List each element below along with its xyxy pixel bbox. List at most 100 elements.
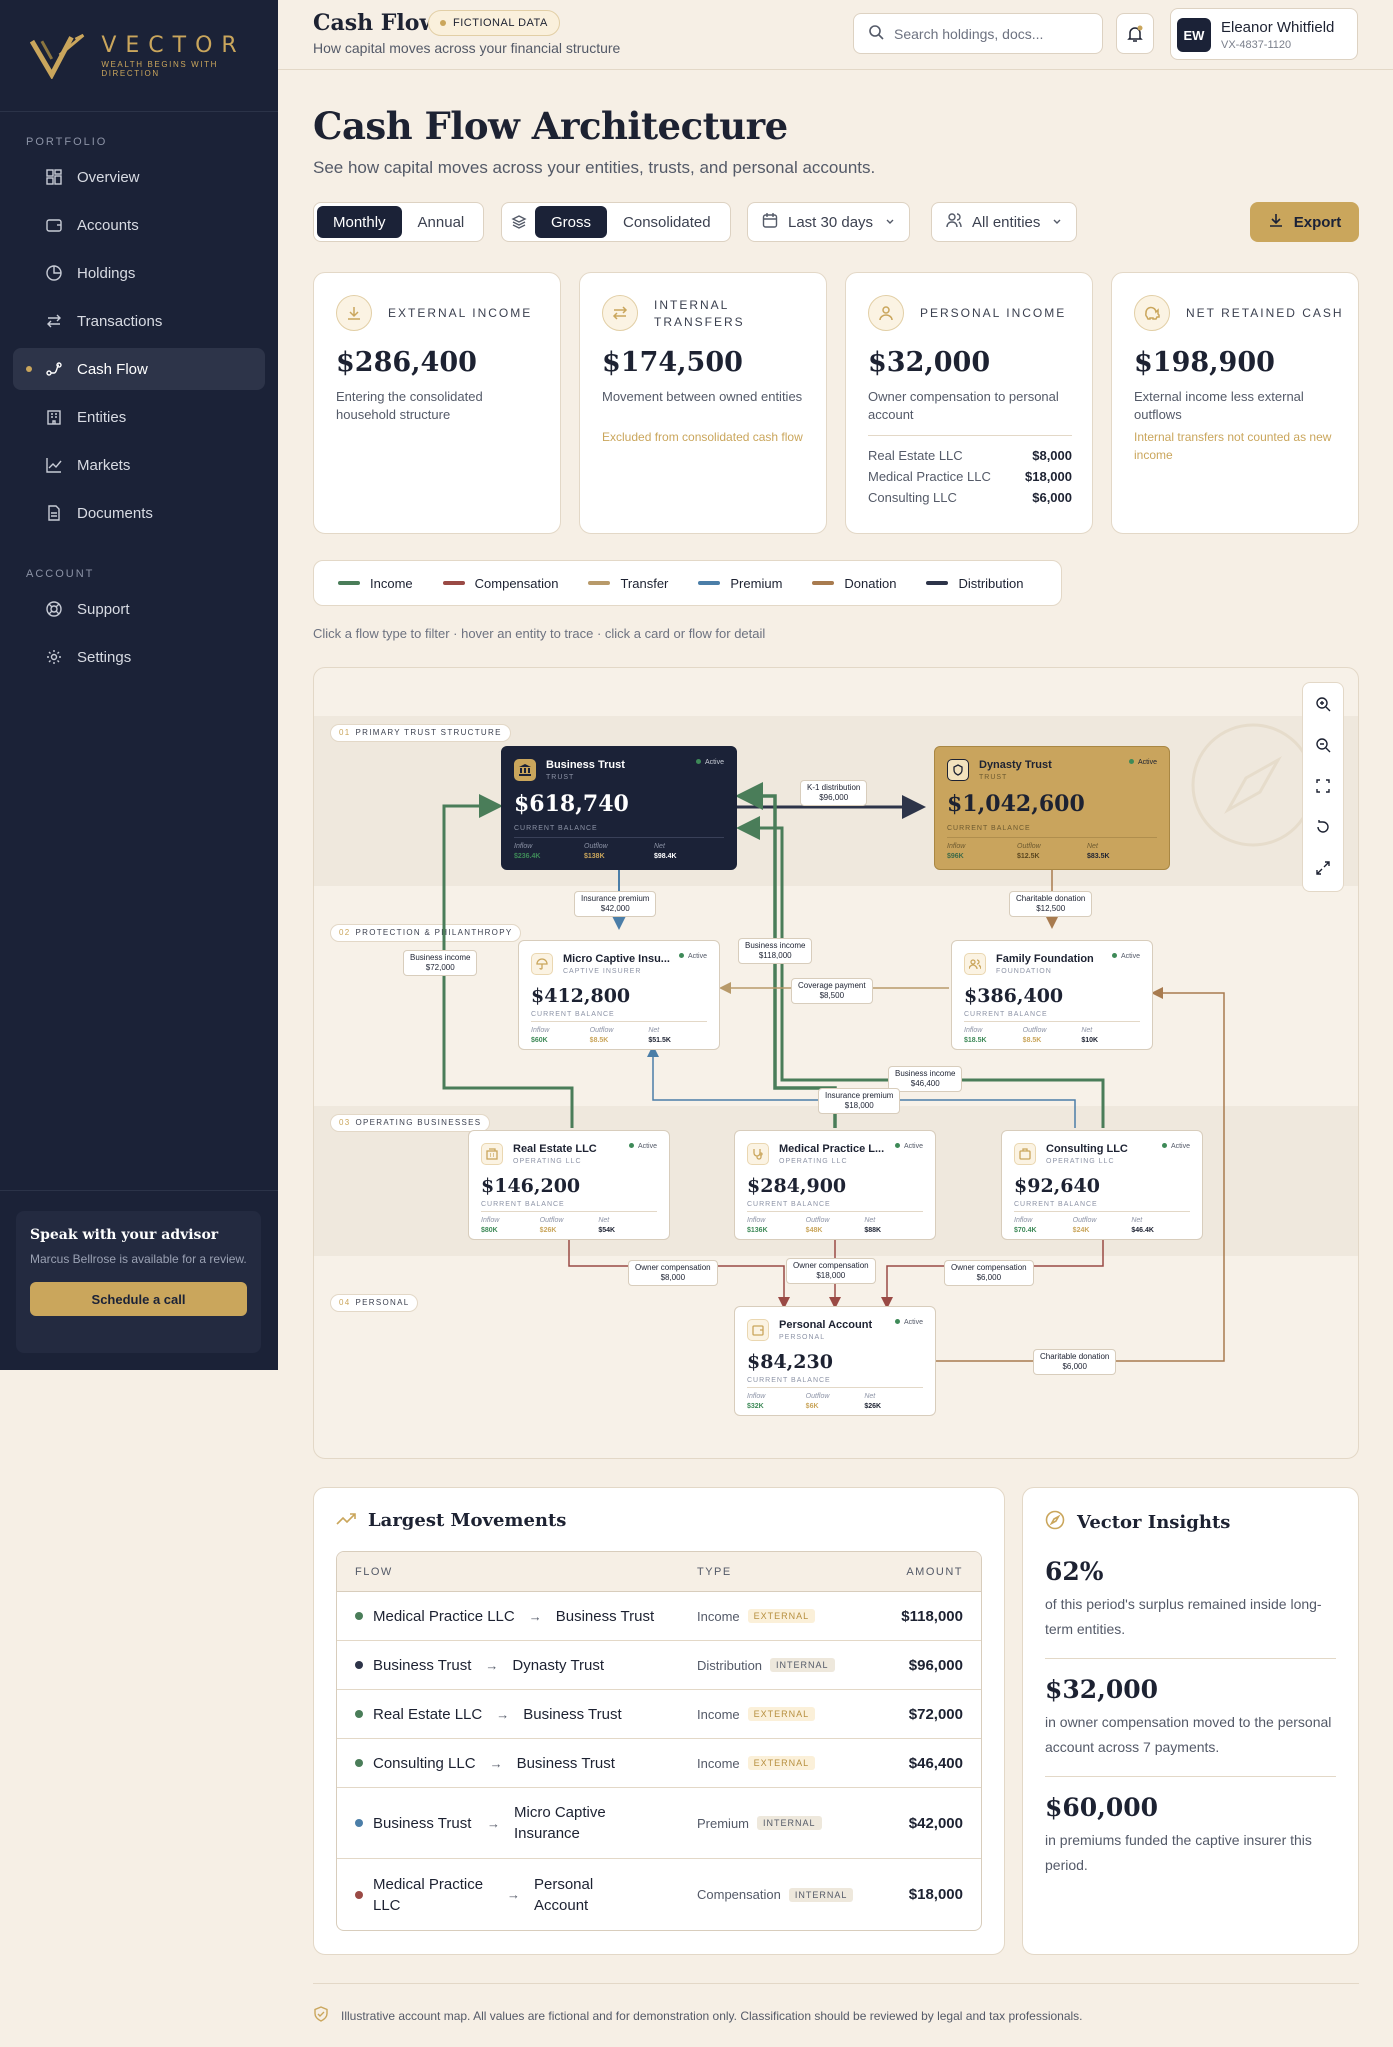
user-menu[interactable]: EW Eleanor Whitfield VX-4837-1120 [1170, 8, 1358, 60]
stat-label: Outflow [584, 843, 608, 850]
flow-type: Charitable donation [1040, 1352, 1110, 1361]
flow-label-insurance-premium[interactable]: Insurance premium $42,000 [574, 891, 657, 917]
bottom-panels: Largest Movements FLOW TYPE AMOUNT Medic… [313, 1487, 1359, 1955]
period-annual[interactable]: Annual [402, 206, 481, 238]
flow-label-business-income[interactable]: Business income $46,400 [888, 1066, 963, 1092]
table-row[interactable]: Consulting LLC → Business Trust Income EXTE… [337, 1739, 981, 1788]
legend-transfer[interactable]: Transfer [588, 576, 668, 591]
sidebar-item-overview[interactable]: Overview [13, 156, 265, 198]
node-family-foundation[interactable]: Family Foundation FOUNDATION Active $386… [951, 940, 1153, 1050]
flow-tag: INTERNAL [770, 1658, 835, 1672]
logo[interactable]: VECTOR WEALTH BEGINS WITH DIRECTION [0, 0, 278, 112]
arrow-right-icon: → [496, 1706, 510, 1722]
sidebar-item-support[interactable]: Support [13, 588, 265, 630]
sidebar-item-settings[interactable]: Settings [13, 636, 265, 678]
zoom-out-button[interactable] [1303, 724, 1343, 765]
legend-compensation[interactable]: Compensation [442, 576, 558, 591]
node-inflow: Inflow $32K [747, 1392, 806, 1412]
node-business-trust[interactable]: Business Trust TRUST Active $618,740 CUR… [501, 746, 737, 870]
fit-view-button[interactable] [1303, 765, 1343, 806]
sidebar-item-cash-flow[interactable]: Cash Flow [13, 348, 265, 390]
controls-bar: Monthly Annual Gross Consolidated Last 3… [313, 202, 1359, 246]
flow-label-charitable-donation[interactable]: Charitable donation $12,500 [1009, 891, 1093, 917]
card-personal-income[interactable]: PERSONAL INCOME $32,000 Owner compensati… [845, 272, 1093, 534]
period-toggle: Monthly Annual [313, 202, 485, 242]
sidebar-item-markets[interactable]: Markets [13, 444, 265, 486]
node-type: OPERATING LLC [513, 1158, 582, 1165]
node-consulting-llc[interactable]: Consulting LLC OPERATING LLC Active $92,… [1001, 1130, 1203, 1240]
flow-map[interactable]: 01 PRIMARY TRUST STRUCTURE 02 PROTECTION &… [313, 667, 1359, 1459]
table-row[interactable]: Medical Practice LLC → Business Trust Inco… [337, 1592, 981, 1641]
legend-donation[interactable]: Donation [812, 576, 896, 591]
expand-icon [1316, 860, 1330, 875]
node-personal-account[interactable]: Personal Account PERSONAL Active $84,230… [734, 1306, 936, 1416]
legend-distribution[interactable]: Distribution [926, 576, 1023, 591]
flow-label-charitable-donation[interactable]: Charitable donation $6,000 [1033, 1349, 1117, 1375]
expand-button[interactable] [1303, 847, 1343, 888]
node-net: Net $26K [864, 1392, 923, 1412]
flow-type: Business income [895, 1069, 956, 1078]
briefcase-icon [1014, 1143, 1036, 1165]
table-row[interactable]: Business Trust → Dynasty Trust Distributio… [337, 1641, 981, 1690]
node-dynasty-trust[interactable]: Dynasty Trust TRUST Active $1,042,600 CU… [934, 746, 1170, 870]
breakdown-amount: $8,000 [1032, 448, 1072, 463]
period-monthly[interactable]: Monthly [317, 206, 402, 238]
flow-label-business-income[interactable]: Business income $118,000 [738, 938, 813, 964]
entities-dropdown[interactable]: All entities [931, 202, 1078, 242]
flow-dot [355, 1819, 363, 1827]
table-row[interactable]: Real Estate LLC → Business Trust Income EXT… [337, 1690, 981, 1739]
sidebar-item-documents[interactable]: Documents [13, 492, 265, 534]
node-real-estate-llc[interactable]: Real Estate LLC OPERATING LLC Active $14… [468, 1130, 670, 1240]
flow-label-owner-compensation[interactable]: Owner compensation $18,000 [786, 1258, 876, 1284]
sidebar-item-holdings[interactable]: Holdings [13, 252, 265, 294]
search-input[interactable]: Search holdings, docs... [853, 13, 1103, 54]
zoom-in-button[interactable] [1303, 683, 1343, 724]
personal-income-breakdown: Real Estate LLC $8,000 Medical Practice L… [868, 435, 1072, 511]
table-row[interactable]: Business Trust → Micro Captive Insurance P… [337, 1788, 981, 1859]
node-type: TRUST [546, 774, 575, 781]
col-type: TYPE [697, 1565, 732, 1578]
sidebar-item-entities[interactable]: Entities [13, 396, 265, 438]
legend-income[interactable]: Income [338, 576, 413, 591]
flow-to: Business Trust [523, 1705, 622, 1723]
node-micro-captive[interactable]: Micro Captive Insu... CAPTIVE INSURER Ac… [518, 940, 720, 1050]
view-gross[interactable]: Gross [535, 206, 608, 238]
table-row[interactable]: Medical Practice LLC → Personal Account Co… [337, 1859, 981, 1930]
avatar: EW [1177, 18, 1211, 52]
flow-label-business-income[interactable]: Business income $72,000 [403, 950, 478, 976]
node-outflow: Outflow $8.5K [590, 1026, 649, 1046]
node-type: OPERATING LLC [779, 1158, 848, 1165]
node-stats: Inflow $32K Outflow $6K Net $26K [747, 1387, 923, 1412]
card-external-income[interactable]: EXTERNAL INCOME $286,400 Entering the co… [313, 272, 561, 534]
notifications-button[interactable] [1116, 13, 1154, 54]
reset-view-button[interactable] [1303, 806, 1343, 847]
bell-icon [1127, 25, 1143, 42]
schedule-call-button[interactable]: Schedule a call [30, 1282, 247, 1316]
date-range-dropdown[interactable]: Last 30 days [747, 202, 911, 242]
flow-label-k1-distribution[interactable]: K-1 distribution $96,000 [800, 780, 868, 806]
flow-tag: EXTERNAL [747, 1609, 816, 1623]
card-internal-transfers[interactable]: INTERNAL TRANSFERS $174,500 Movement bet… [579, 272, 827, 534]
sidebar-item-transactions[interactable]: Transactions [13, 300, 265, 342]
flow-label-insurance-premium[interactable]: Insurance premium $18,000 [818, 1088, 901, 1114]
stat-value: $32K [747, 1403, 764, 1410]
sidebar-item-accounts[interactable]: Accounts [13, 204, 265, 246]
col-flow: FLOW [355, 1565, 393, 1578]
vector-logo-icon [30, 33, 85, 79]
flow-label-coverage-payment[interactable]: Coverage payment $8,500 [791, 978, 873, 1004]
export-button[interactable]: Export [1250, 202, 1359, 242]
legend-premium[interactable]: Premium [698, 576, 782, 591]
flow-from: Business Trust [373, 1814, 472, 1832]
node-label: CURRENT BALANCE [947, 825, 1031, 832]
flow-label-owner-compensation[interactable]: Owner compensation $6,000 [944, 1260, 1034, 1286]
node-medical-practice-llc[interactable]: Medical Practice L... OPERATING LLC Acti… [734, 1130, 936, 1240]
view-consolidated[interactable]: Consolidated [607, 206, 727, 238]
fictional-data-badge: FICTIONAL DATA [428, 10, 560, 36]
card-net-retained-cash[interactable]: NET RETAINED CASH $198,900 External inco… [1111, 272, 1359, 534]
flow-amount: $42,000 [908, 1814, 963, 1832]
node-label: CURRENT BALANCE [514, 825, 598, 832]
node-type: FOUNDATION [996, 968, 1052, 975]
flow-label-owner-compensation[interactable]: Owner compensation $8,000 [628, 1260, 718, 1286]
node-outflow: Outflow $8.5K [1023, 1026, 1082, 1046]
legend-swatch [338, 581, 360, 585]
